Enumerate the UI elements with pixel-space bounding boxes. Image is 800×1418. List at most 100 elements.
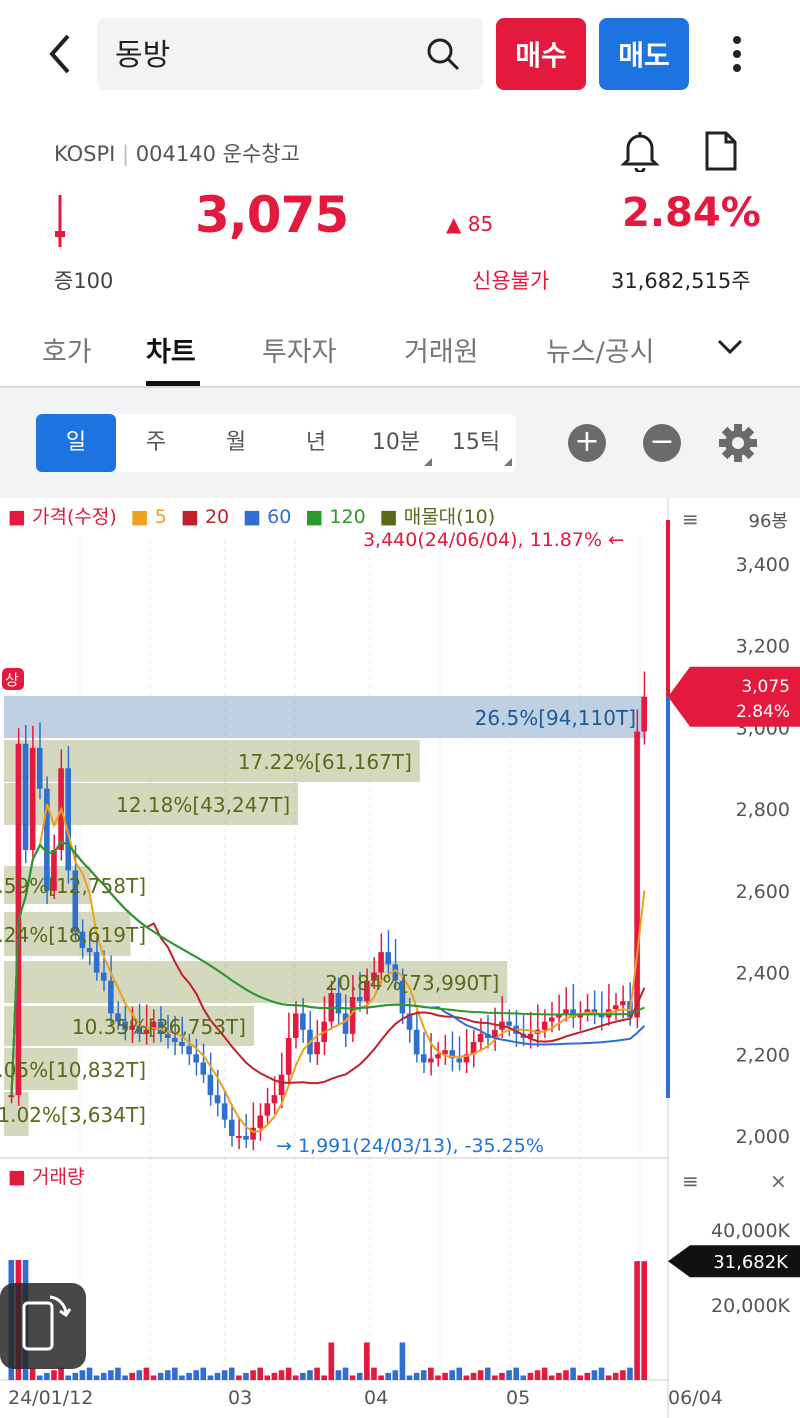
bell-icon[interactable] (620, 130, 660, 174)
candle-body (292, 1013, 299, 1038)
candle-body (548, 1017, 555, 1022)
chevron-down-icon[interactable] (716, 336, 744, 358)
candle-body (65, 768, 71, 871)
candle-body (93, 952, 100, 973)
volume-profile-label: 10.35%[36,753T] (72, 1015, 246, 1039)
volume-bar (214, 1372, 221, 1380)
legend-ma20: ■ 20 (180, 506, 230, 528)
period-selector: 일 주 월 년 10분 15틱 (36, 414, 516, 472)
sell-button[interactable]: 매도 (599, 18, 689, 90)
document-icon[interactable] (702, 130, 740, 172)
price-chart[interactable]: 3,4003,2003,0002,8002,6002,4002,2002,000… (0, 498, 800, 1418)
volume-bar (456, 1367, 463, 1380)
high-annotation: 3,440(24/06/04), 11.87% ← (363, 529, 624, 551)
candle-body (22, 743, 29, 850)
candle-body (456, 1058, 463, 1063)
legend-volume-profile: ■ 매물대(10) (379, 506, 496, 528)
volume-bar (371, 1367, 377, 1380)
candle-body (193, 1054, 199, 1063)
search-icon[interactable] (425, 36, 461, 72)
menu-icon: ≡ (682, 507, 699, 531)
candle-body (86, 948, 93, 953)
tab-broker[interactable]: 거래원 (404, 330, 479, 369)
candle-body (100, 972, 107, 981)
period-week[interactable]: 주 (116, 414, 196, 472)
close-icon: × (770, 1169, 787, 1193)
low-annotation: → 1,991(24/03/13), -35.25% (276, 1135, 544, 1157)
candle-body (378, 952, 384, 973)
x-tick-label: 06/04 (668, 1387, 723, 1409)
period-day[interactable]: 일 (36, 414, 116, 472)
candle-body (214, 1095, 221, 1104)
volume-bar (264, 1375, 271, 1380)
volume-bar (285, 1367, 292, 1380)
x-tick-label: 03 (228, 1387, 252, 1409)
gear-icon[interactable] (718, 423, 758, 463)
volume-y-tick: 20,000K (711, 1295, 790, 1317)
price-change: ▲ 85 (446, 212, 493, 236)
volume-bar (435, 1375, 441, 1380)
y-tick-label: 2,200 (736, 1044, 790, 1066)
candle-body (385, 952, 391, 965)
volume-bar (506, 1370, 512, 1380)
buy-button[interactable]: 매수 (496, 18, 586, 90)
volume-bar (257, 1367, 263, 1380)
tab-news[interactable]: 뉴스/공시 (546, 330, 654, 369)
volume-bar (492, 1375, 498, 1380)
volume-bar (620, 1370, 626, 1380)
volume-bar (627, 1367, 633, 1380)
volume-bar (36, 1375, 43, 1380)
volume-bar (470, 1372, 477, 1380)
volume-bar (605, 1375, 612, 1380)
candle-body (285, 1037, 292, 1075)
zoom-out-icon[interactable]: − (643, 424, 681, 462)
x-tick-label: 04 (364, 1387, 388, 1409)
period-10min[interactable]: 10분 (356, 414, 436, 472)
legend-ma60: ■ 60 (243, 506, 292, 528)
tab-bar: 호가 차트 투자자 거래원 뉴스/공시 (0, 318, 800, 388)
y-tick-label: 2,600 (736, 881, 790, 903)
candle-body (8, 1095, 15, 1098)
volume-bar (314, 1367, 320, 1380)
volume-bar (79, 1370, 86, 1380)
volume-bar (86, 1367, 93, 1380)
more-vertical-icon[interactable] (722, 30, 752, 78)
menu-icon: ≡ (682, 1169, 699, 1193)
candle-body (506, 1021, 512, 1026)
tab-chart[interactable]: 차트 (146, 330, 196, 369)
legend-price: ■ 가격(수정) (8, 506, 117, 528)
period-month[interactable]: 월 (196, 414, 276, 472)
volume-bar (520, 1375, 527, 1380)
zoom-in-icon[interactable]: + (568, 424, 606, 462)
volume-y-tick: 40,000K (711, 1220, 790, 1242)
volume-bar (328, 1342, 335, 1380)
tab-investor[interactable]: 투자자 (262, 330, 337, 369)
volume-bar (44, 1372, 50, 1380)
margin-rate: 증100 (54, 269, 114, 293)
volume-bar (250, 1370, 256, 1380)
back-arrow-icon[interactable] (40, 30, 80, 78)
rotate-screen-icon[interactable] (0, 1283, 86, 1369)
sector: 운수창고 (222, 142, 300, 166)
candle-body (200, 1062, 207, 1075)
period-15tick[interactable]: 15틱 (436, 414, 516, 472)
volume-bar (300, 1372, 306, 1380)
volume-profile-label: 17.22%[61,167T] (238, 750, 412, 774)
volume-bar (499, 1372, 505, 1380)
tab-orderbook[interactable]: 호가 (42, 330, 92, 369)
volume-bar (115, 1367, 121, 1380)
y-tick-label: 2,800 (736, 799, 790, 821)
candle-body (207, 1074, 214, 1096)
volume-profile-label: 12.18%[43,247T] (116, 793, 290, 817)
volume-bar (236, 1375, 242, 1380)
volume-bar (136, 1370, 143, 1380)
volume-bar (150, 1375, 157, 1380)
candle-body (563, 1009, 569, 1014)
stock-code: 004140 (135, 142, 216, 166)
y-tick-label: 2,400 (736, 963, 790, 985)
volume-bar (442, 1372, 448, 1380)
volume-bar (598, 1367, 605, 1380)
period-year[interactable]: 년 (276, 414, 356, 472)
volume-bar (72, 1372, 79, 1380)
volume-bar (463, 1375, 470, 1380)
